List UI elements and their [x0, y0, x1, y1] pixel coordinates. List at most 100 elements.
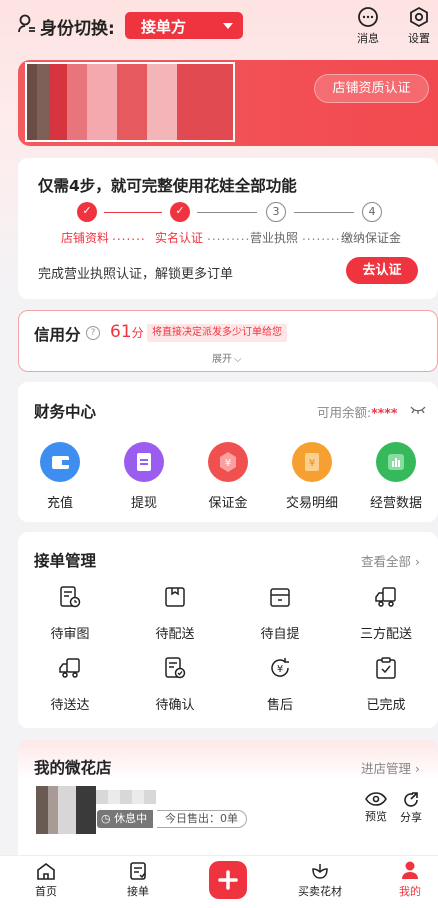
share-button[interactable]: 分享	[396, 792, 426, 825]
receipt-icon[interactable]: ¥	[292, 442, 332, 482]
tab-label: 接单	[127, 885, 149, 898]
step-1-check-icon: ✓	[77, 202, 97, 222]
store-title: 我的微花店	[34, 759, 112, 777]
order-icon	[130, 862, 146, 880]
store-manage-label: 进店管理	[361, 761, 412, 776]
steps-title: 仅需4步，就可完整使用花娃全部功能	[38, 177, 297, 195]
chevron-right-icon: ›	[411, 761, 420, 776]
shop-cert-button[interactable]: 店铺资质认证	[314, 74, 429, 103]
step-connector	[104, 212, 162, 213]
store-avatar-blurred	[36, 786, 96, 834]
svg-text:¥: ¥	[277, 664, 283, 675]
tab-label: 买卖花材	[298, 885, 342, 898]
chevron-down-icon: ⌵	[234, 354, 242, 365]
balance-label: 可用余额:	[317, 405, 372, 420]
credit-label: 信用分	[34, 326, 81, 344]
step-connector	[294, 212, 354, 213]
go-certify-button[interactable]: 去认证	[346, 257, 418, 284]
balance-value: ****	[371, 405, 398, 420]
package-icon[interactable]	[163, 585, 187, 609]
steps-description: 完成营业执照认证，解锁更多订单	[38, 267, 234, 282]
tab-orders[interactable]: 接单	[108, 862, 168, 899]
step-2-label: 实名认证	[155, 231, 204, 245]
finance-item-label: 提现	[130, 496, 157, 511]
credit-score: 61分	[110, 322, 144, 342]
deposit-icon[interactable]: ¥	[208, 442, 248, 482]
order-item-label: 售后	[266, 698, 293, 713]
view-all-label: 查看全部	[361, 554, 412, 569]
caret-down-icon	[223, 23, 233, 29]
eye-closed-icon[interactable]	[410, 405, 426, 415]
gear-icon	[410, 6, 428, 28]
share-label: 分享	[400, 811, 422, 824]
role-select-value: 接单方	[141, 18, 187, 36]
shop-avatar-blurred	[25, 62, 235, 142]
credit-score-value: 61	[110, 322, 132, 342]
finance-item-label: 充值	[46, 496, 73, 511]
order-item-label: 待自提	[260, 627, 300, 642]
tab-home[interactable]: 首页	[16, 862, 76, 899]
review-image-icon[interactable]	[58, 585, 82, 609]
order-item-label: 已完成	[366, 698, 406, 713]
withdraw-icon[interactable]	[124, 442, 164, 482]
messages-label: 消息	[357, 32, 379, 45]
yuan-refresh-icon[interactable]: ¥	[268, 656, 292, 680]
step-2-check-icon: ✓	[170, 202, 190, 222]
store-name-blurred	[96, 790, 156, 804]
tab-label: 我的	[399, 885, 421, 898]
box-icon[interactable]	[268, 585, 292, 609]
delivery-truck-icon[interactable]	[58, 656, 82, 680]
expand-toggle[interactable]: 展开 ⌵	[212, 350, 242, 365]
order-item-label: 三方配送	[359, 627, 412, 642]
store-status: 休息中	[114, 812, 148, 825]
settings-label: 设置	[408, 32, 430, 45]
svg-text:¥: ¥	[309, 458, 315, 469]
orders-title: 接单管理	[34, 552, 97, 570]
credit-tip-badge: 将直接决定派发多少订单给您	[147, 324, 287, 342]
step-4-label: 缴纳保证金	[341, 231, 402, 245]
help-icon[interactable]: ?	[86, 326, 100, 340]
eye-icon	[365, 792, 387, 806]
clock-icon: ◷	[101, 812, 115, 825]
finance-title: 财务中心	[34, 403, 97, 421]
tab-flower-market[interactable]: 买卖花材	[290, 862, 350, 899]
balance-display: 可用余额:****	[317, 402, 397, 421]
profile-icon	[402, 861, 418, 879]
confirm-doc-icon[interactable]	[163, 656, 187, 680]
svg-text:¥: ¥	[225, 458, 231, 469]
order-item-label: 待确认	[155, 698, 195, 713]
chart-icon[interactable]	[376, 442, 416, 482]
finance-item-label: 经营数据	[369, 496, 422, 511]
preview-label: 预览	[365, 810, 387, 823]
publish-button[interactable]	[209, 861, 247, 899]
step-dots: .......	[112, 229, 146, 243]
step-4-number: 4	[362, 202, 382, 222]
role-select[interactable]: 接单方	[125, 12, 243, 39]
home-icon	[37, 863, 55, 880]
truck-icon[interactable]	[374, 585, 398, 609]
store-status-badge: ◷ 休息中	[97, 810, 154, 828]
plus-icon	[218, 870, 238, 890]
done-clipboard-icon[interactable]	[374, 656, 398, 680]
user-switch-icon	[18, 14, 35, 33]
view-all-link[interactable]: 查看全部 ›	[361, 551, 420, 570]
finance-item-label: 交易明细	[285, 496, 338, 511]
order-item-label: 待配送	[155, 627, 195, 642]
step-1-label: 店铺资料	[61, 231, 110, 245]
tab-profile[interactable]: 我的	[380, 860, 438, 899]
step-3-number: 3	[266, 202, 286, 222]
preview-button[interactable]: 预览	[361, 792, 391, 824]
chevron-right-icon: ›	[411, 554, 420, 569]
share-icon	[404, 792, 418, 807]
step-3-label: 营业执照	[250, 231, 299, 245]
role-switch-label: 身份切换:	[40, 19, 115, 39]
settings-button[interactable]: 设置	[399, 6, 438, 46]
order-item-label: 待审图	[50, 627, 90, 642]
store-manage-link[interactable]: 进店管理 ›	[361, 758, 420, 777]
messages-button[interactable]: 消息	[348, 6, 388, 46]
message-icon	[358, 7, 378, 27]
step-dots: ..........	[207, 229, 256, 243]
wallet-icon[interactable]	[40, 442, 80, 482]
tab-label: 首页	[35, 885, 57, 898]
flower-icon	[312, 864, 328, 879]
